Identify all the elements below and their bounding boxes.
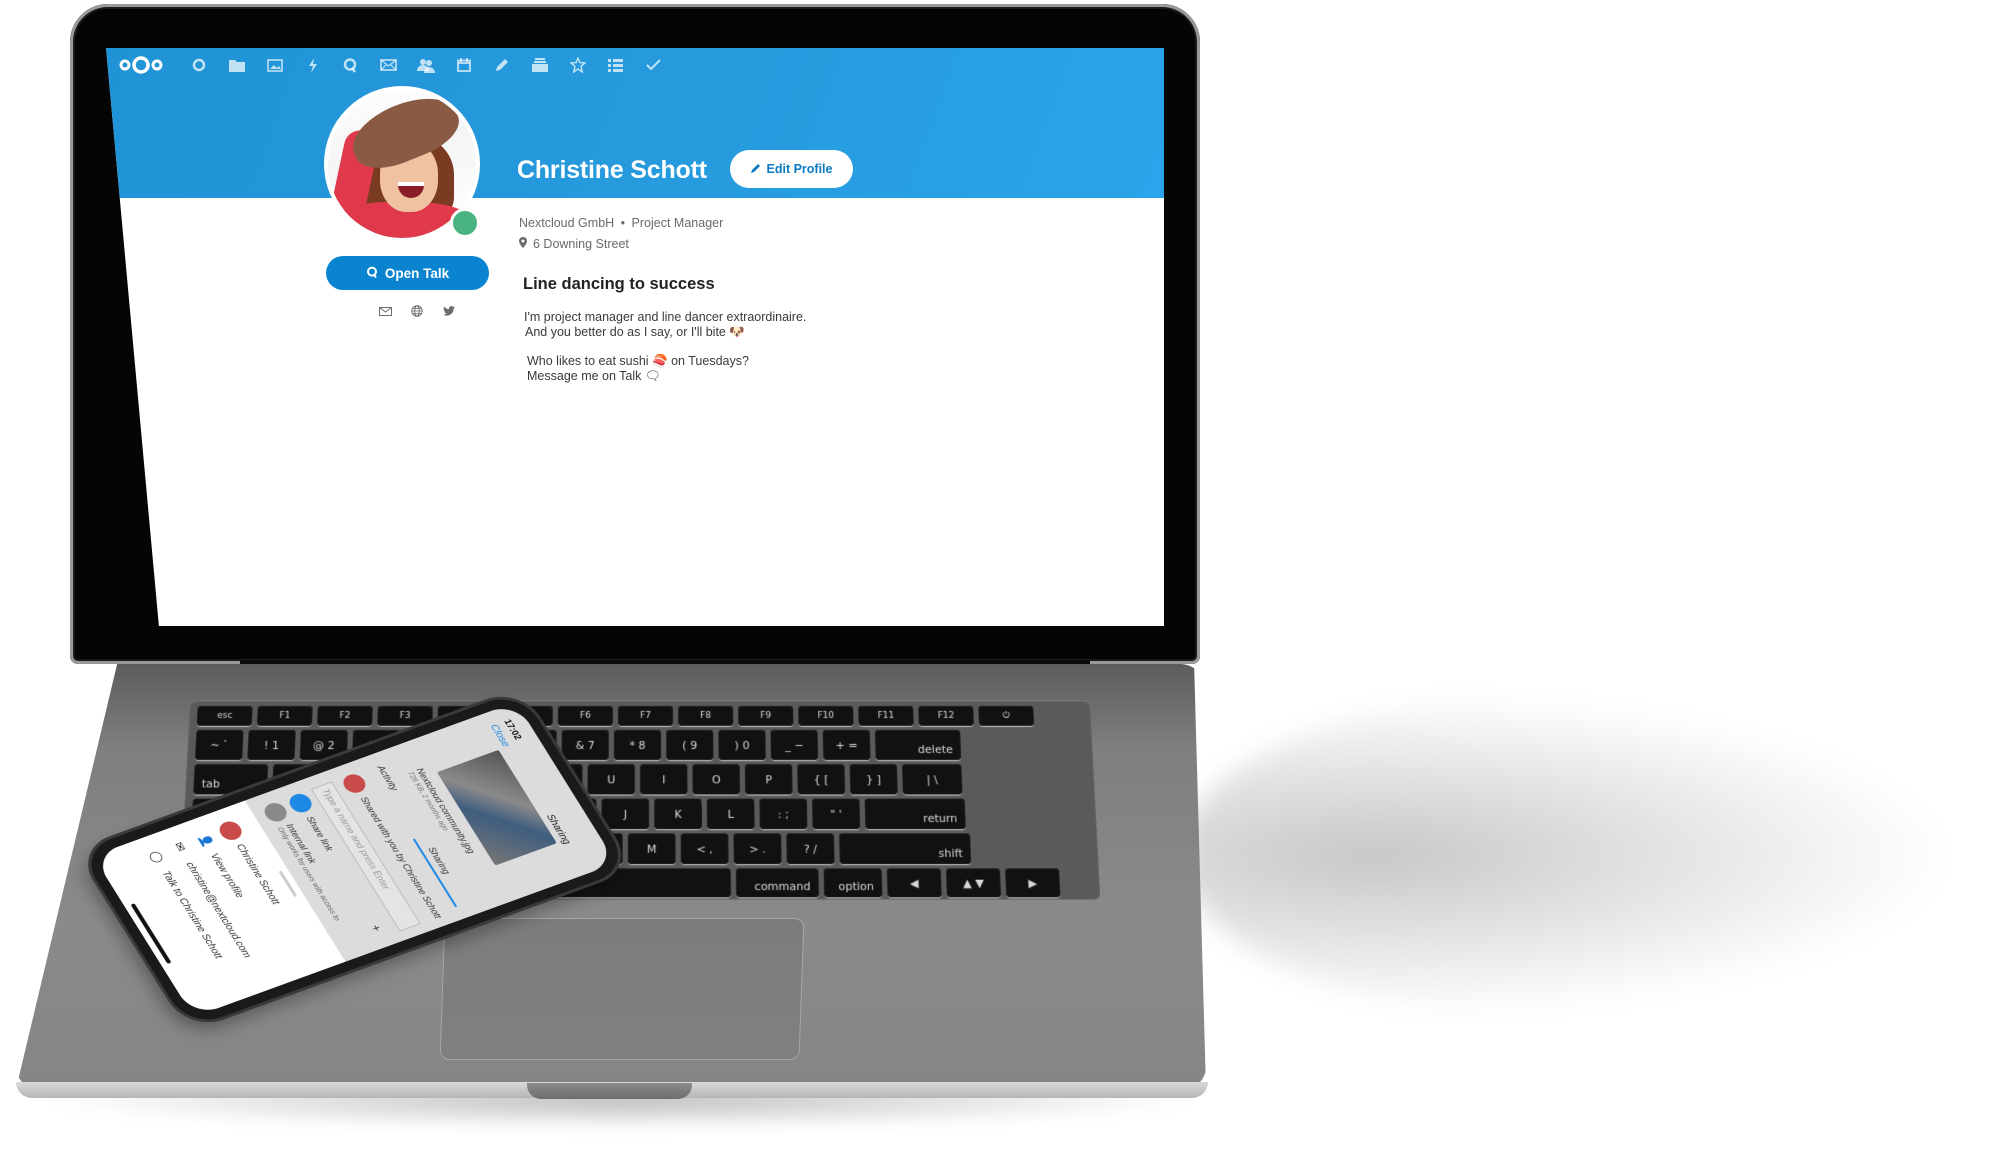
calendar-icon[interactable] <box>453 54 475 76</box>
key-9[interactable]: ( 9 <box>666 729 714 761</box>
organisation: Nextcloud GmbH <box>519 216 615 230</box>
key-symbol[interactable]: | \ <box>901 764 963 795</box>
address: 6 Downing Street <box>519 237 629 251</box>
key-symbol[interactable]: > . <box>733 833 782 865</box>
key-symbol[interactable]: ▶ <box>1005 868 1061 898</box>
online-status-indicator <box>450 208 480 238</box>
folder-icon[interactable] <box>226 54 248 76</box>
key-symbol[interactable]: + = <box>822 729 871 761</box>
dashboard-icon[interactable] <box>188 54 210 76</box>
key-esc[interactable]: esc <box>196 705 253 726</box>
bio-line: I'm project manager and line dancer extr… <box>524 310 807 324</box>
key-f10[interactable]: F10 <box>798 705 854 726</box>
key-i[interactable]: I <box>640 764 688 795</box>
separator: • <box>620 216 626 230</box>
key-f6[interactable]: F6 <box>557 705 613 726</box>
key-j[interactable]: J <box>601 798 650 830</box>
key-f11[interactable]: F11 <box>858 705 914 726</box>
key-f9[interactable]: F9 <box>738 705 794 726</box>
key-symbol[interactable]: { [ <box>797 764 846 795</box>
key-p[interactable]: P <box>744 764 793 795</box>
bio-line: Message me on Talk 🗨 <box>527 369 661 383</box>
open-talk-label: Open Talk <box>384 265 450 281</box>
email-icon[interactable] <box>378 304 392 318</box>
key-k[interactable]: K <box>654 798 702 830</box>
contacts-icon[interactable] <box>415 54 437 76</box>
key-f1[interactable]: F1 <box>256 705 313 726</box>
key-symbol[interactable]: ▲ ▼ <box>945 868 1002 898</box>
key-f8[interactable]: F8 <box>678 705 734 726</box>
key-f12[interactable]: F12 <box>918 705 975 726</box>
key-m[interactable]: M <box>627 833 676 865</box>
key-return[interactable]: return <box>864 798 966 830</box>
lightning-icon[interactable] <box>302 54 324 76</box>
trackpad[interactable] <box>439 918 805 1060</box>
profile-headline: Line dancing to success <box>523 275 715 293</box>
key-symbol[interactable]: : ; <box>759 798 808 830</box>
talk-icon <box>366 266 378 281</box>
laptop-screen: Open Talk Christine Schott Edit Profile … <box>106 48 1164 626</box>
twitter-icon[interactable] <box>442 304 456 318</box>
key-u[interactable]: U <box>587 764 635 795</box>
key-0[interactable]: ) 0 <box>718 729 766 761</box>
edit-profile-label: Edit Profile <box>766 162 833 176</box>
key-7[interactable]: & 7 <box>561 729 609 761</box>
key-shift[interactable]: shift <box>839 833 972 865</box>
list-icon[interactable] <box>604 54 626 76</box>
key-symbol[interactable]: ~ ` <box>194 729 244 761</box>
bio-line: Who likes to eat sushi 🍣 on Tuesdays? <box>527 354 749 368</box>
pencil-icon[interactable] <box>491 54 513 76</box>
pencil-icon <box>750 162 761 176</box>
key-symbol[interactable]: } ] <box>849 764 898 795</box>
key-command[interactable]: command <box>735 868 820 898</box>
key-l[interactable]: L <box>706 798 755 830</box>
talk-icon[interactable] <box>339 54 361 76</box>
floor-shadow <box>1180 690 1960 1020</box>
app-navigation <box>106 48 1164 88</box>
key-1[interactable]: ! 1 <box>247 729 296 761</box>
checkmark-icon[interactable] <box>642 54 664 76</box>
circles-icon[interactable] <box>567 54 589 76</box>
deck-icon[interactable] <box>529 54 551 76</box>
nextcloud-logo-icon[interactable] <box>118 54 164 76</box>
location-pin-icon <box>519 237 527 251</box>
key-o[interactable]: O <box>692 764 741 795</box>
key-f7[interactable]: F7 <box>617 705 674 726</box>
key-f3[interactable]: F3 <box>377 705 433 726</box>
key-symbol[interactable]: ? / <box>786 833 835 865</box>
profile-name: Christine Schott <box>517 156 707 184</box>
mail-icon[interactable] <box>377 54 399 76</box>
organisation-role: Nextcloud GmbH • Project Manager <box>519 216 723 230</box>
edit-profile-button[interactable]: Edit Profile <box>730 150 853 188</box>
role: Project Manager <box>631 216 724 230</box>
address-text: 6 Downing Street <box>533 237 629 251</box>
key-delete[interactable]: delete <box>874 729 962 761</box>
key-symbol[interactable]: _ − <box>770 729 819 761</box>
key-8[interactable]: * 8 <box>613 729 662 761</box>
lid-open-notch <box>527 1083 692 1099</box>
open-talk-button[interactable]: Open Talk <box>326 256 489 290</box>
key-symbol[interactable]: ◀ <box>886 868 942 898</box>
bio-line: And you better do as I say, or I'll bite… <box>525 325 745 339</box>
image-icon[interactable] <box>264 54 286 76</box>
key-symbol[interactable]: ⏻ <box>978 705 1035 726</box>
key-symbol[interactable]: " ' <box>811 798 861 830</box>
key-option[interactable]: option <box>823 868 883 898</box>
key-f2[interactable]: F2 <box>317 705 373 726</box>
key-symbol[interactable]: < , <box>680 833 729 865</box>
website-globe-icon[interactable] <box>410 304 424 318</box>
